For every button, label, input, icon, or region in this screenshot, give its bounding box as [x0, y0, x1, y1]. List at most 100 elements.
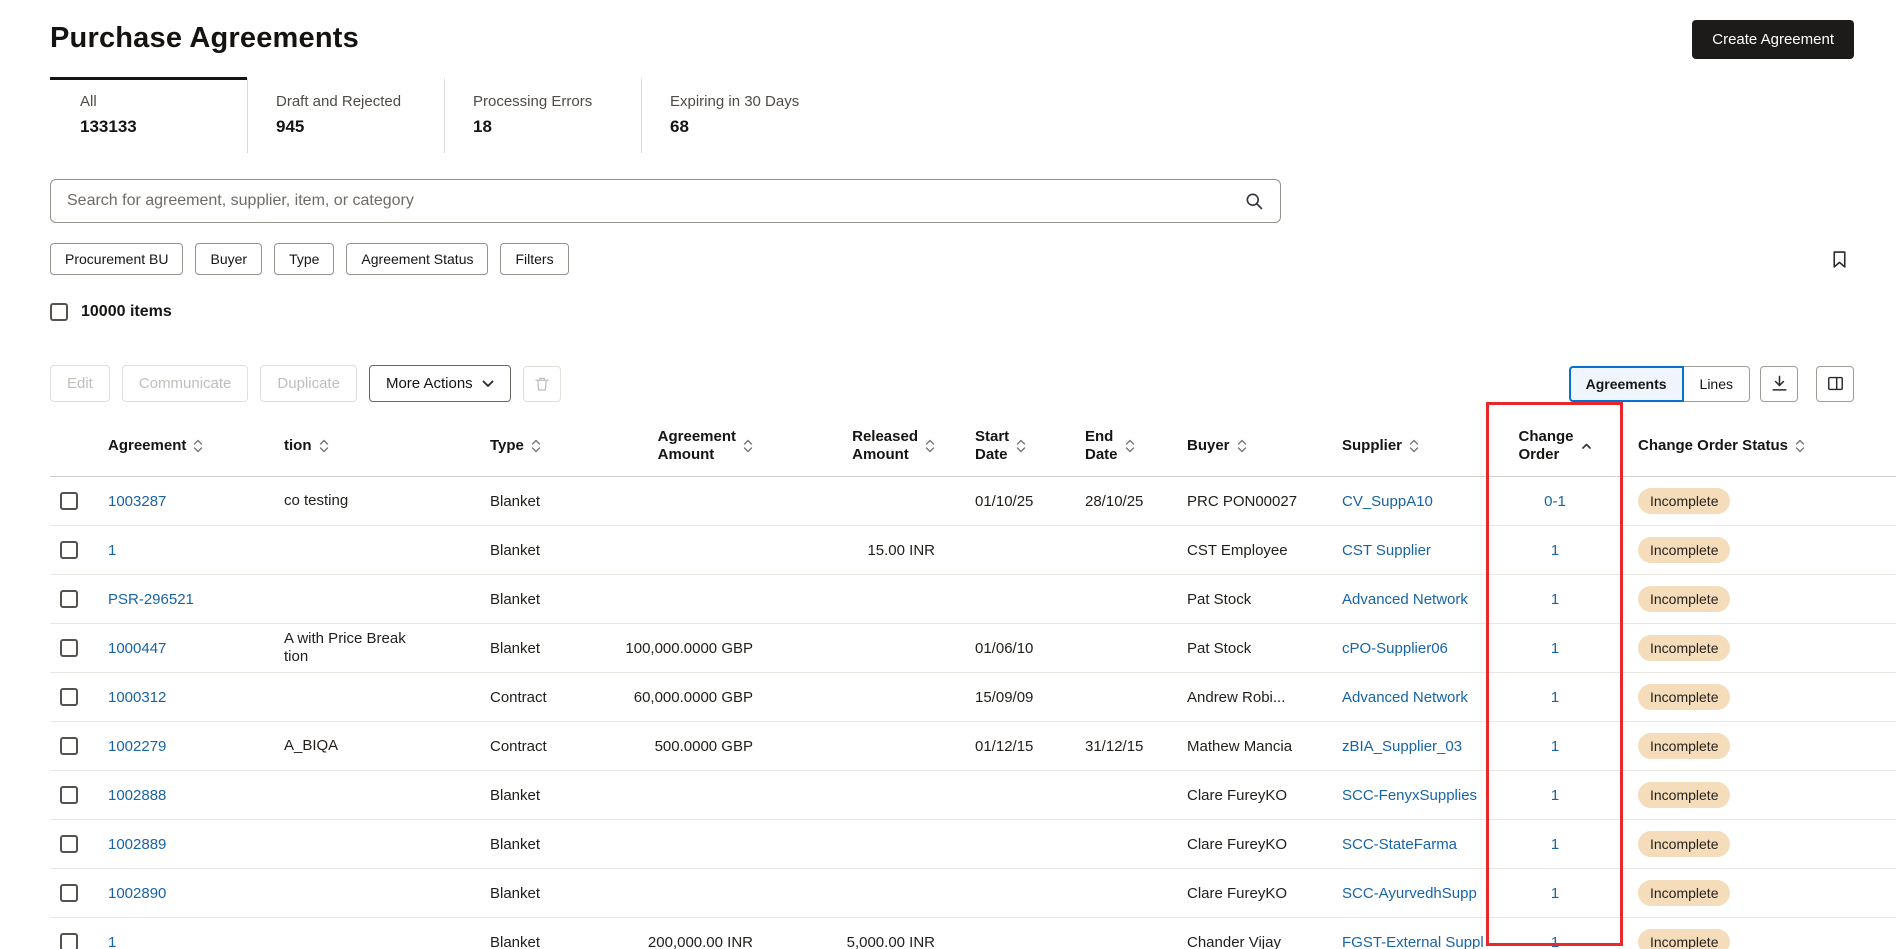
supplier-link[interactable]: SCC-FenyxSupplies [1342, 787, 1477, 804]
agreement-link[interactable]: 1002279 [108, 738, 166, 755]
view-toggle-agreements[interactable]: Agreements [1569, 366, 1684, 402]
column-header-buyer[interactable]: Buyer [1165, 437, 1330, 455]
supplier-link[interactable]: SCC-AyurvedhSupp [1342, 885, 1477, 902]
change-order-status-badge: Incomplete [1638, 488, 1730, 514]
filter-chip-procurement-bu[interactable]: Procurement BU [50, 243, 183, 275]
supplier-link[interactable]: Advanced Network [1342, 689, 1468, 706]
agreement-link[interactable]: 1 [108, 934, 116, 949]
row-select-checkbox[interactable] [60, 737, 78, 755]
search-button[interactable] [1240, 187, 1268, 215]
buyer-cell: Chander Vijay [1165, 934, 1330, 949]
change-order-link[interactable]: 1 [1551, 934, 1559, 949]
agreement-link[interactable]: 1 [108, 542, 116, 559]
edit-button[interactable]: Edit [50, 365, 110, 402]
agreement-cell: 1 [94, 934, 280, 949]
filter-chip-filters[interactable]: Filters [500, 243, 568, 275]
change-order-link[interactable]: 1 [1551, 738, 1559, 755]
manage-columns-button[interactable] [1816, 366, 1854, 402]
column-header-description[interactable]: tion [280, 437, 470, 455]
row-select-checkbox[interactable] [60, 933, 78, 949]
supplier-cell: Advanced Network [1330, 591, 1490, 608]
agreement-link[interactable]: 1002889 [108, 836, 166, 853]
infotile-all[interactable]: All 133133 [50, 77, 247, 153]
change-order-status-badge: Incomplete [1638, 635, 1730, 661]
view-toggle-lines[interactable]: Lines [1684, 366, 1750, 402]
agreement-link[interactable]: 1002890 [108, 885, 166, 902]
duplicate-button[interactable]: Duplicate [260, 365, 357, 402]
row-select-checkbox[interactable] [60, 884, 78, 902]
column-header-label: Supplier [1342, 437, 1402, 455]
change-order-link[interactable]: 1 [1551, 787, 1559, 804]
column-header-agreement-amount[interactable]: AgreementAmount [590, 428, 765, 464]
column-header-supplier[interactable]: Supplier [1330, 437, 1490, 455]
row-select-checkbox[interactable] [60, 492, 78, 510]
column-header-type[interactable]: Type [470, 437, 590, 455]
supplier-link[interactable]: Advanced Network [1342, 591, 1468, 608]
saved-search-bookmark-button[interactable] [1825, 245, 1854, 274]
row-select-checkbox[interactable] [60, 590, 78, 608]
filter-chip-agreement-status[interactable]: Agreement Status [346, 243, 488, 275]
create-agreement-button[interactable]: Create Agreement [1692, 20, 1854, 59]
column-header-end-date[interactable]: EndDate [1055, 428, 1165, 464]
agreement-link[interactable]: 1000447 [108, 640, 166, 657]
row-select-checkbox[interactable] [60, 688, 78, 706]
supplier-link[interactable]: cPO-Supplier06 [1342, 640, 1448, 657]
change-order-status-badge: Incomplete [1638, 586, 1730, 612]
agreement-link[interactable]: 1002888 [108, 787, 166, 804]
more-actions-button[interactable]: More Actions [369, 365, 511, 402]
row-select-checkbox[interactable] [60, 835, 78, 853]
agreement-amount-cell: 500.0000 GBP [590, 738, 765, 755]
change-order-cell: 1 [1490, 738, 1620, 755]
sort-icon [1795, 438, 1805, 454]
column-header-change-order-status[interactable]: Change Order Status [1620, 437, 1830, 455]
filter-chip-type[interactable]: Type [274, 243, 334, 275]
row-select-cell [50, 541, 94, 559]
column-header-change-order[interactable]: ChangeOrder [1490, 428, 1620, 464]
chevron-down-icon [482, 380, 494, 388]
row-select-checkbox[interactable] [60, 639, 78, 657]
supplier-link[interactable]: CV_SuppA10 [1342, 493, 1433, 510]
change-order-status-cell: Incomplete [1620, 537, 1830, 563]
download-icon [1770, 374, 1789, 393]
infotile-expiring-30-days[interactable]: Expiring in 30 Days 68 [641, 77, 838, 153]
change-order-link[interactable]: 1 [1551, 640, 1559, 657]
supplier-link[interactable]: zBIA_Supplier_03 [1342, 738, 1462, 755]
column-header-label: Date [975, 446, 1009, 464]
infotile-draft-and-rejected[interactable]: Draft and Rejected 945 [247, 77, 444, 153]
type-cell: Blanket [470, 885, 590, 902]
agreement-link[interactable]: 1000312 [108, 689, 166, 706]
column-header-start-date[interactable]: StartDate [945, 428, 1055, 464]
infotile-processing-errors[interactable]: Processing Errors 18 [444, 77, 641, 153]
select-all-checkbox[interactable] [50, 303, 68, 321]
supplier-cell: SCC-AyurvedhSupp [1330, 885, 1490, 902]
change-order-cell: 1 [1490, 787, 1620, 804]
search-input[interactable] [67, 192, 1240, 210]
agreement-link[interactable]: PSR-296521 [108, 591, 194, 608]
export-button[interactable] [1760, 366, 1798, 402]
supplier-link[interactable]: FGST-External Suppl [1342, 934, 1484, 949]
agreement-amount-cell: 100,000.0000 GBP [590, 640, 765, 657]
change-order-link[interactable]: 1 [1551, 836, 1559, 853]
supplier-link[interactable]: CST Supplier [1342, 542, 1431, 559]
change-order-cell: 1 [1490, 542, 1620, 559]
delete-button[interactable] [523, 366, 561, 402]
change-order-link[interactable]: 1 [1551, 591, 1559, 608]
change-order-status-badge: Incomplete [1638, 684, 1730, 710]
column-header-released-amount[interactable]: ReleasedAmount [765, 428, 945, 464]
communicate-button[interactable]: Communicate [122, 365, 249, 402]
filter-chip-buyer[interactable]: Buyer [195, 243, 262, 275]
agreement-link[interactable]: 1003287 [108, 493, 166, 510]
change-order-link[interactable]: 1 [1551, 689, 1559, 706]
start-date-cell: 01/10/25 [945, 493, 1055, 510]
change-order-link[interactable]: 1 [1551, 542, 1559, 559]
column-header-label: Change [1518, 428, 1573, 446]
change-order-link[interactable]: 0-1 [1544, 493, 1566, 510]
supplier-link[interactable]: SCC-StateFarma [1342, 836, 1457, 853]
infotile-label: Expiring in 30 Days [670, 93, 820, 110]
supplier-cell: SCC-StateFarma [1330, 836, 1490, 853]
row-select-checkbox[interactable] [60, 541, 78, 559]
row-select-checkbox[interactable] [60, 786, 78, 804]
column-header-agreement[interactable]: Agreement [94, 437, 280, 455]
change-order-status-badge: Incomplete [1638, 831, 1730, 857]
change-order-link[interactable]: 1 [1551, 885, 1559, 902]
